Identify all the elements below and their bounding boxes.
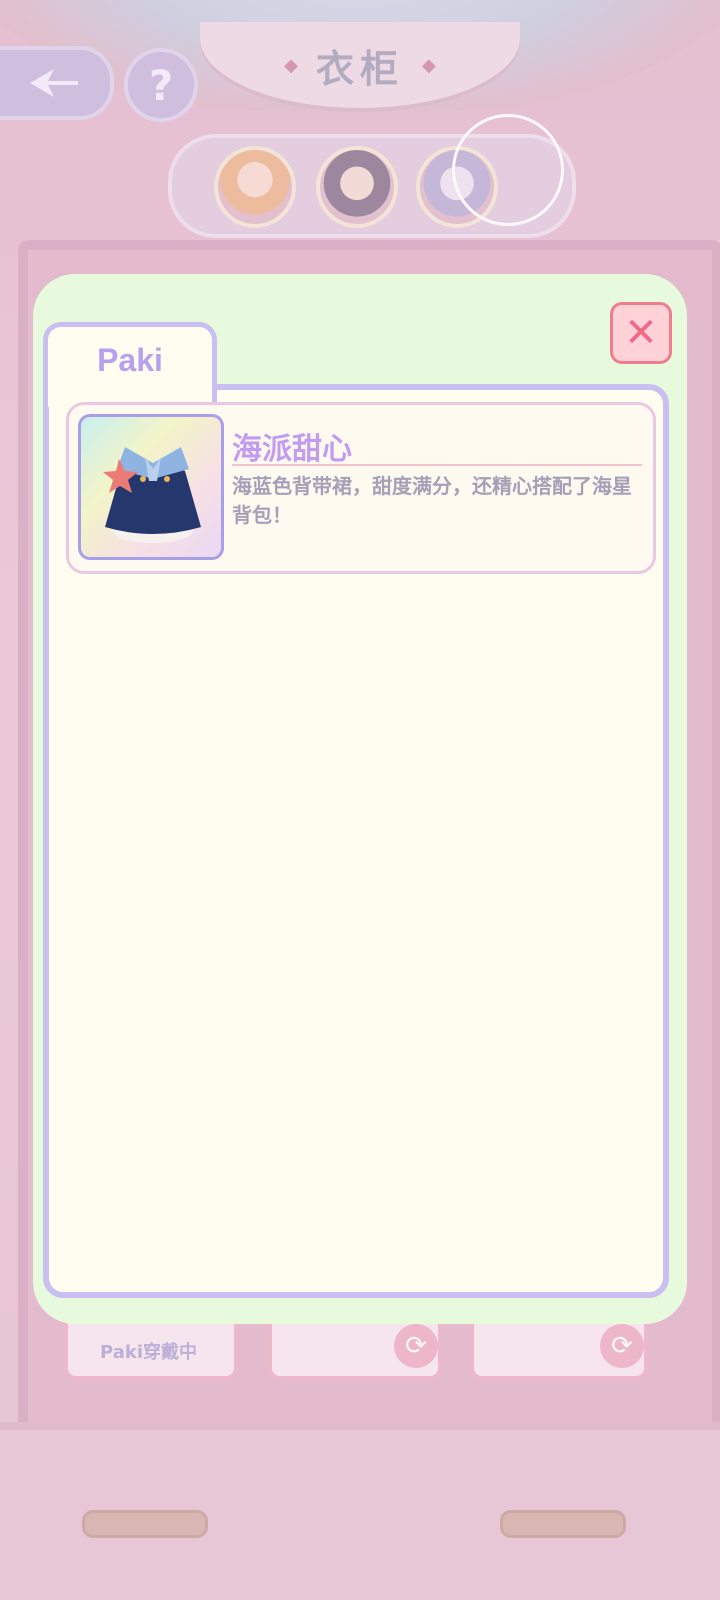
tab-label: Paki: [97, 341, 163, 378]
title-divider: [232, 464, 642, 466]
item-description: 海蓝色背带裙，甜度满分，还精心搭配了海星背包！: [232, 474, 632, 527]
item-title: 海派甜心: [232, 432, 352, 467]
tab-paki[interactable]: Paki: [43, 322, 217, 407]
dress-icon: [103, 447, 201, 543]
close-button[interactable]: ✕: [610, 302, 672, 364]
item-thumbnail: [78, 414, 224, 560]
